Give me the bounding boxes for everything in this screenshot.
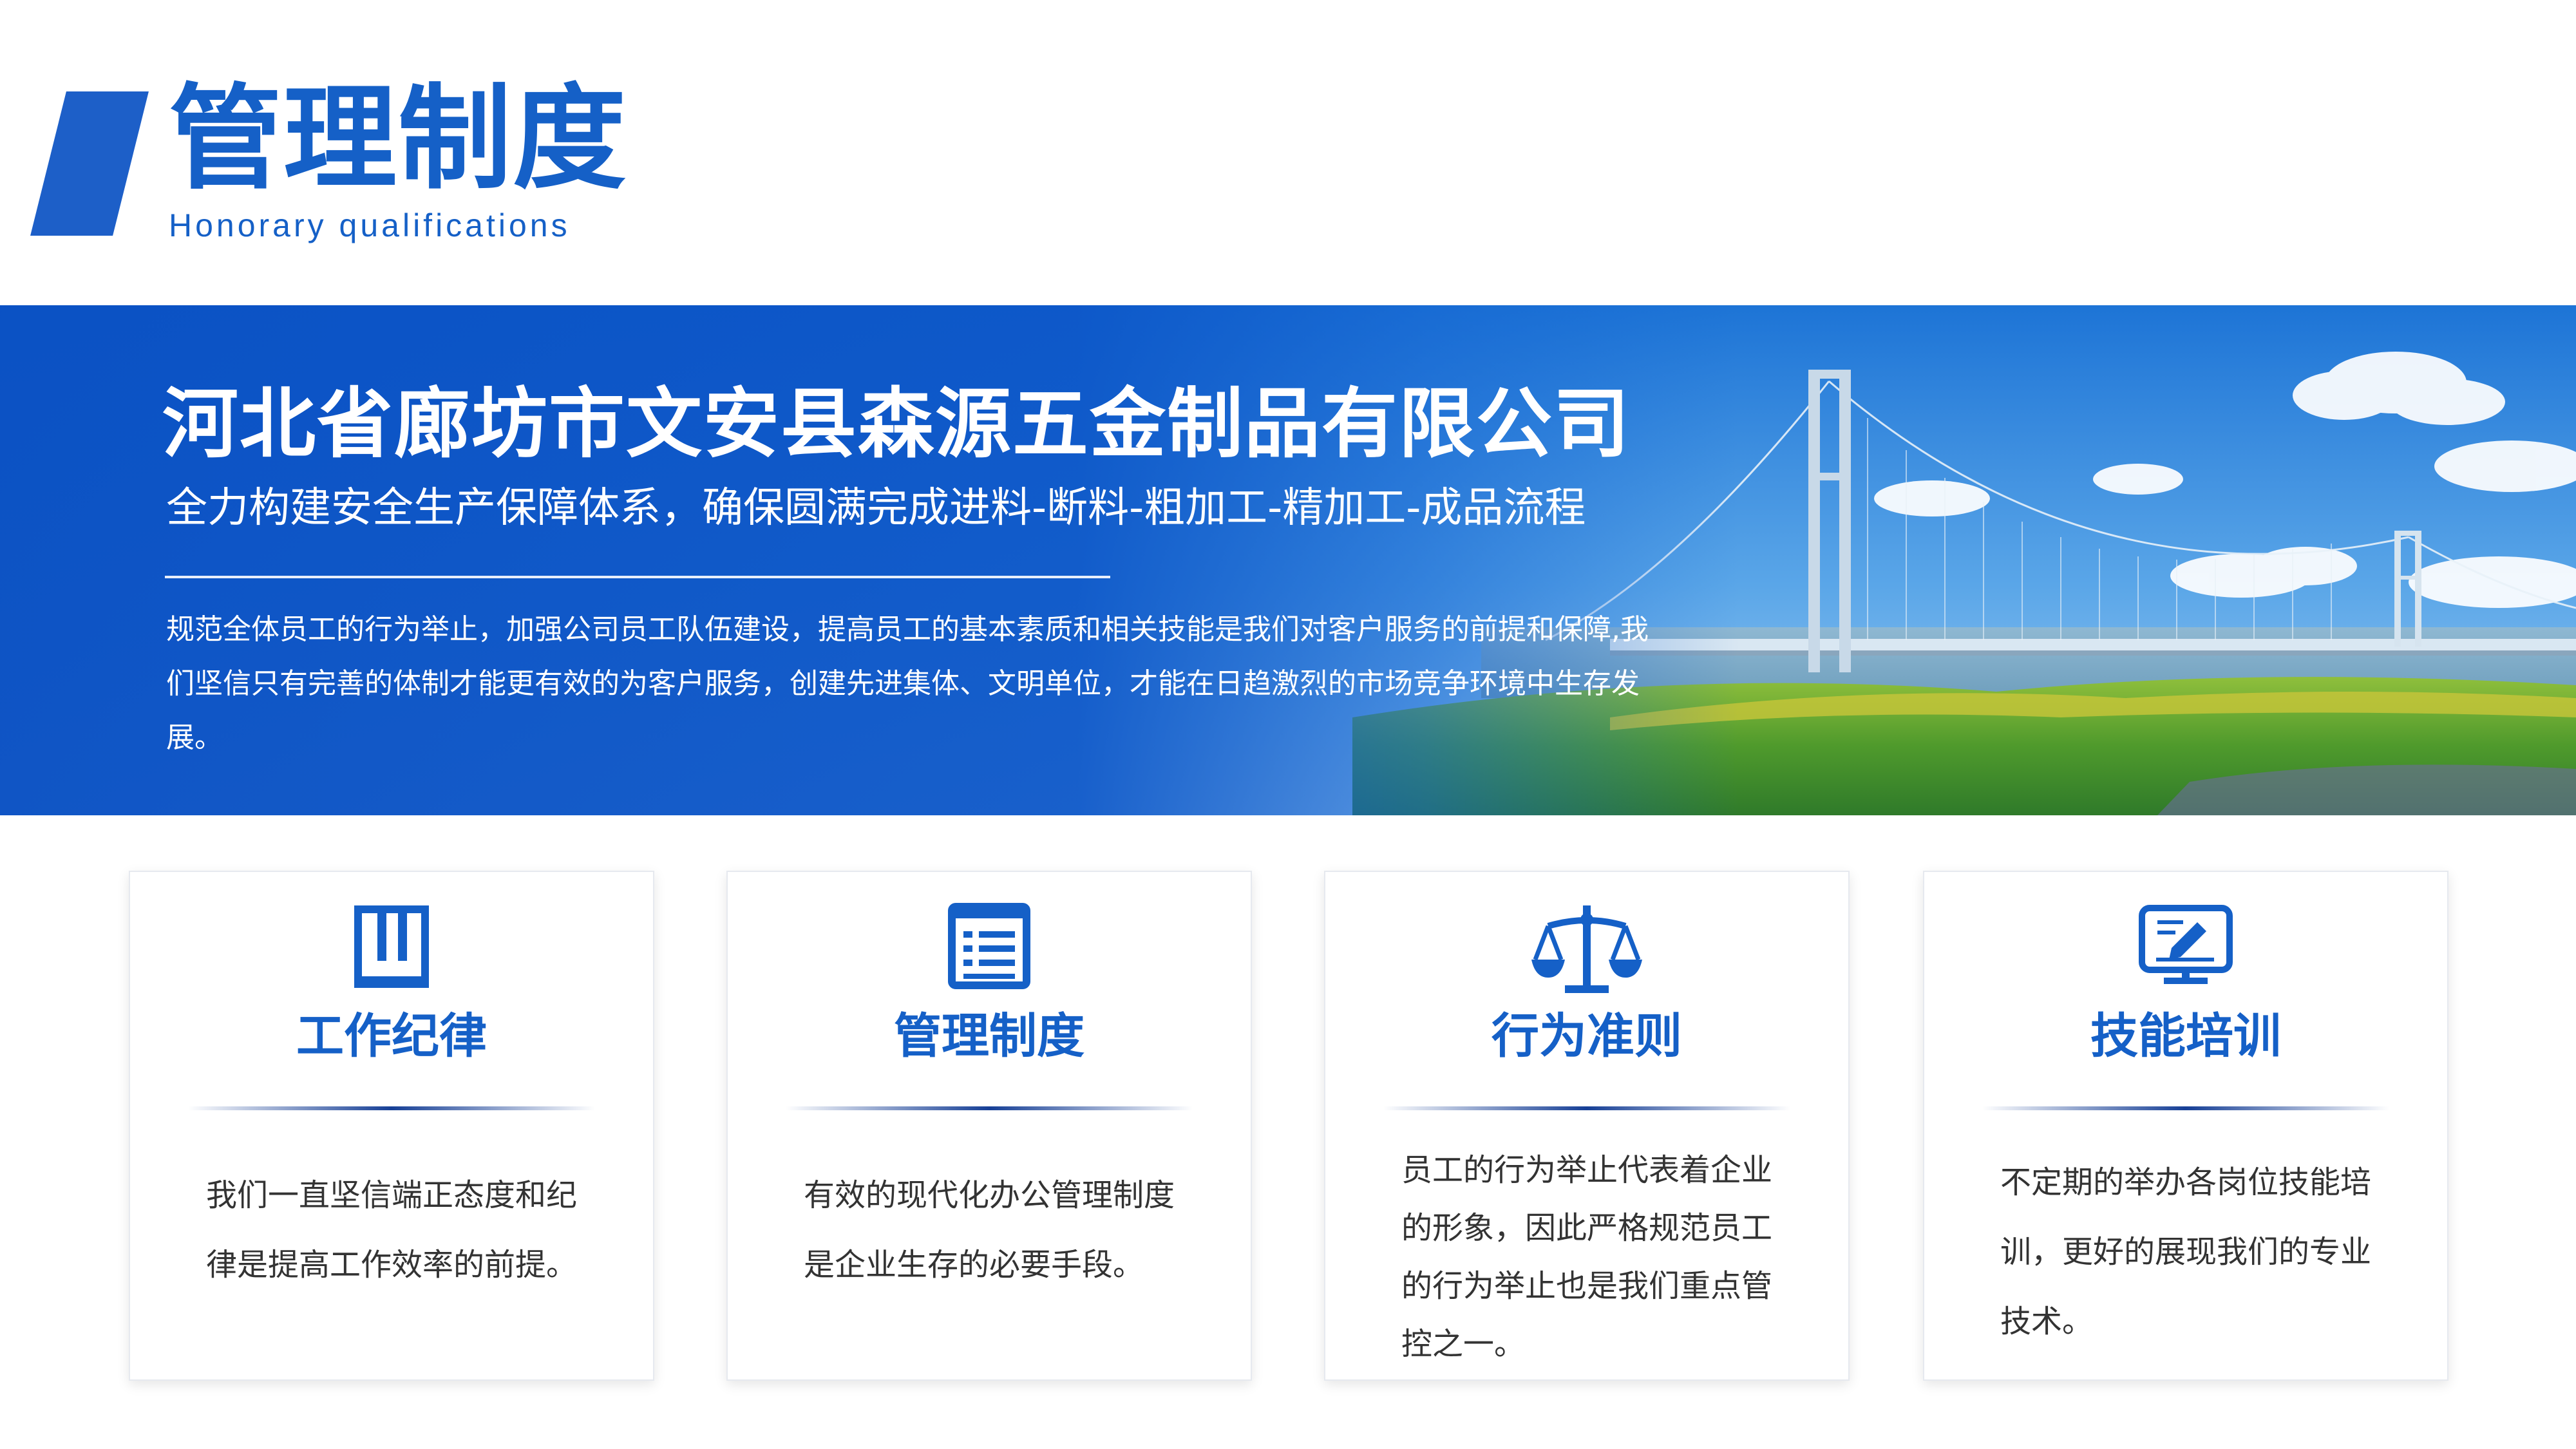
company-intro: 规范全体员工的行为举止，加强公司员工队伍建设，提高员工的基本素质和相关技能是我们… bbox=[166, 613, 1649, 754]
card-divider bbox=[188, 1106, 595, 1110]
card-management-system: 管理制度 有效的现代化办公管理制度是企业生存的必要手段。 bbox=[726, 871, 1252, 1381]
book-icon bbox=[327, 900, 456, 1003]
card-text: 我们一直坚信端正态度和纪律是提高工作效率的前提。 bbox=[206, 1177, 578, 1283]
card-title: 技能培训 bbox=[2090, 1009, 2281, 1064]
page-subtitle: Honorary qualifications bbox=[169, 207, 571, 243]
page-title: 管理制度 bbox=[169, 73, 628, 205]
card-title: 管理制度 bbox=[894, 1009, 1084, 1064]
company-name: 河北省廊坊市文安县森源五金制品有限公司 bbox=[162, 379, 1631, 468]
card-text: 员工的行为举止代表着企业的形象，因此严格规范员工的行为举止也是我们重点管控之一。 bbox=[1401, 1152, 1773, 1362]
company-slogan: 全力构建安全生产保障体系，确保圆满完成进料-断料-粗加工-精加工-成品流程 bbox=[166, 484, 1586, 532]
company-banner: 河北省廊坊市文安县森源五金制品有限公司 全力构建安全生产保障体系，确保圆满完成进… bbox=[0, 305, 2576, 815]
computer-edit-icon bbox=[2121, 900, 2250, 1003]
document-list-icon bbox=[925, 900, 1054, 1003]
card-text: 不定期的举办各岗位技能培训，更好的展现我们的专业技术。 bbox=[2000, 1164, 2372, 1340]
card-code-of-conduct: 行为准则 员工的行为举止代表着企业的形象，因此严格规范员工的行为举止也是我们重点… bbox=[1324, 871, 1850, 1381]
card-text: 有效的现代化办公管理制度是企业生存的必要手段。 bbox=[804, 1177, 1175, 1283]
title-accent-bar bbox=[30, 91, 149, 236]
card-work-discipline: 工作纪律 我们一直坚信端正态度和纪律是提高工作效率的前提。 bbox=[129, 871, 654, 1381]
card-title: 工作纪律 bbox=[296, 1009, 487, 1064]
card-divider bbox=[1982, 1106, 2389, 1110]
card-title: 行为准则 bbox=[1492, 1009, 1682, 1064]
card-divider bbox=[786, 1106, 1193, 1110]
card-divider bbox=[1383, 1106, 1790, 1110]
scales-icon bbox=[1522, 900, 1651, 1003]
card-skill-training: 技能培训 不定期的举办各岗位技能培训，更好的展现我们的专业技术。 bbox=[1923, 871, 2448, 1381]
banner-divider bbox=[165, 576, 1110, 578]
